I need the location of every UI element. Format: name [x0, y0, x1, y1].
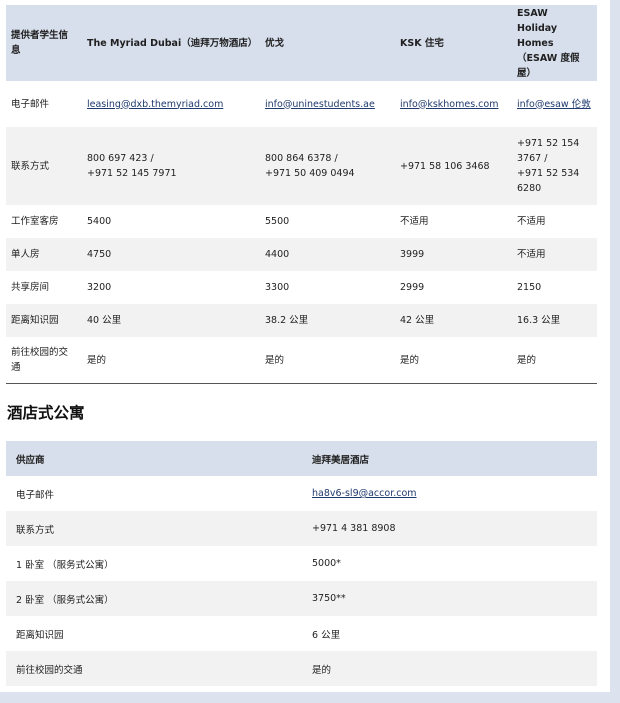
table-header-row: 提供者学生信息 The Myriad Dubai（迪拜万物酒店） 优戈 KSK …: [6, 5, 597, 81]
cell-value: 不适用: [517, 216, 546, 227]
table-row-shared: 共享房间 3200 3300 2999 2150: [6, 271, 597, 304]
cell-value: 3750**: [302, 581, 597, 616]
header-mercure-dubai: 迪拜美居酒店: [302, 441, 597, 476]
table-header-row: 供应商 迪拜美居酒店: [6, 441, 597, 476]
header-uninest: 优戈: [260, 5, 395, 81]
cell-value: +971 58 106 3468: [395, 127, 512, 205]
cell-value: 是的: [302, 651, 597, 686]
row-label: 联系方式: [6, 127, 82, 205]
row-label: 电子邮件: [11, 98, 50, 110]
table-row-transport: 前往校园的交通 是的 是的 是的 是的: [6, 337, 597, 384]
row-label: 电子邮件: [16, 489, 55, 501]
table-row-distance: 距离知识园 6 公里: [6, 616, 597, 651]
row-label: 1 卧室 （服务式公寓）: [16, 559, 114, 571]
cell-value: 4750: [82, 238, 260, 271]
hotel-apartment-table: 供应商 迪拜美居酒店 电子邮件 ha8v6-sl9@accor.com 联系方式…: [6, 441, 597, 686]
cell-value: 38.2 公里: [260, 304, 395, 337]
cell-value: 5400: [87, 216, 112, 227]
table-row-email: 电子邮件 leasing@dxb.themyriad.com info@unin…: [6, 81, 597, 127]
table-row-contact: 联系方式 +971 4 381 8908: [6, 511, 597, 546]
table-row-two-bedroom: 2 卧室 （服务式公寓） 3750**: [6, 581, 597, 616]
table-row-single: 单人房 4750 4400 3999 不适用: [6, 238, 597, 271]
row-label: 工作室客房: [11, 216, 59, 227]
table-row-one-bedroom: 1 卧室 （服务式公寓） 5000*: [6, 546, 597, 581]
row-label: 前往校园的交通: [6, 651, 302, 686]
header-provider-info: 提供者学生信息: [6, 5, 82, 81]
cell-value: +971 4 381 8908: [302, 511, 597, 546]
cell-value: +971 52 154 3767 / +971 52 534 6280: [512, 127, 597, 205]
cell-value: 不适用: [512, 238, 597, 271]
table-row-email: 电子邮件 ha8v6-sl9@accor.com: [6, 476, 597, 511]
page: 提供者学生信息 The Myriad Dubai（迪拜万物酒店） 优戈 KSK …: [0, 0, 610, 692]
cell-value: 不适用: [400, 216, 429, 227]
header-esaw: ESAW Holiday Homes （ESAW 度假屋）: [512, 5, 597, 81]
row-label: 2 卧室 （服务式公寓）: [6, 581, 302, 616]
cell-value: 是的: [512, 337, 597, 384]
cell-value: 3200: [87, 282, 112, 293]
table-row-contact: 联系方式 800 697 423 / +971 52 145 7971 800 …: [6, 127, 597, 205]
cell-value: 3300: [265, 282, 290, 293]
table-row-distance: 距离知识园 40 公里 38.2 公里 42 公里 16.3 公里: [6, 304, 597, 337]
cell-value: 5000*: [312, 558, 341, 569]
row-label: 共享房间: [11, 282, 50, 293]
cell-value: 是的: [260, 337, 395, 384]
cell-value: 40 公里: [82, 304, 260, 337]
section-title: 酒店式公寓: [7, 404, 85, 422]
cell-value: 5500: [265, 216, 290, 227]
cell-value: 42 公里: [395, 304, 512, 337]
cell-value: 是的: [395, 337, 512, 384]
header-myriad-dubai: The Myriad Dubai（迪拜万物酒店）: [82, 5, 260, 81]
email-link-myriad[interactable]: leasing@dxb.themyriad.com: [87, 99, 223, 110]
cell-value: 4400: [260, 238, 395, 271]
cell-value: 是的: [82, 337, 260, 384]
cell-value: 800 697 423 / +971 52 145 7971: [82, 127, 260, 205]
row-label: 联系方式: [6, 511, 302, 546]
student-accommodation-table: 提供者学生信息 The Myriad Dubai（迪拜万物酒店） 优戈 KSK …: [6, 5, 597, 384]
email-link-mercure[interactable]: ha8v6-sl9@accor.com: [312, 488, 417, 499]
cell-value: 2999: [400, 282, 425, 293]
row-label: 单人房: [6, 238, 82, 271]
email-link-esaw[interactable]: info@esaw 伦敦: [517, 99, 591, 110]
cell-value: 16.3 公里: [512, 304, 597, 337]
row-label: 前往校园的交通: [6, 337, 82, 384]
row-label: 距离知识园: [16, 629, 64, 641]
table-row-transport: 前往校园的交通 是的: [6, 651, 597, 686]
email-link-uninest[interactable]: info@uninestudents.ae: [265, 99, 375, 110]
cell-value: 2150: [517, 282, 542, 293]
header-supplier: 供应商: [6, 441, 302, 476]
table-row-studio: 工作室客房 5400 5500 不适用 不适用: [6, 205, 597, 238]
cell-value: 6 公里: [312, 629, 341, 641]
row-label: 距离知识园: [6, 304, 82, 337]
email-link-ksk[interactable]: info@kskhomes.com: [400, 99, 498, 110]
cell-value: 3999: [395, 238, 512, 271]
header-ksk: KSK 住宅: [395, 5, 512, 81]
cell-value: 800 864 6378 / +971 50 409 0494: [260, 127, 395, 205]
